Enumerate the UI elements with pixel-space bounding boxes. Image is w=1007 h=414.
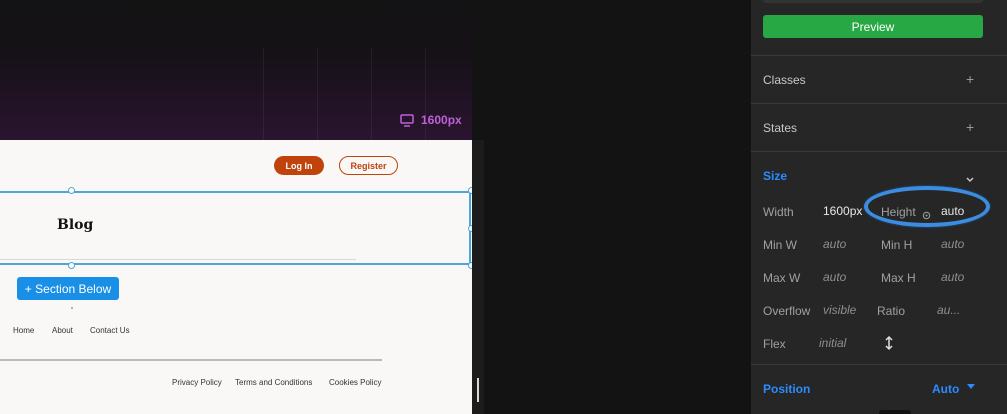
width-label: Width (763, 205, 794, 219)
flex-label: Flex (763, 337, 786, 351)
design-canvas[interactable]: 1600px Log In Register Blog + Section Be… (0, 0, 751, 414)
preview-button[interactable]: Preview (763, 15, 983, 38)
height-input[interactable]: auto (941, 204, 964, 218)
chevron-down-icon[interactable] (965, 171, 975, 189)
panel-bottom-control[interactable] (879, 410, 911, 414)
add-state-icon[interactable]: + (966, 119, 974, 135)
footer-link-terms[interactable]: Terms and Conditions (235, 378, 312, 387)
heading-divider (0, 259, 356, 260)
add-section-below-button[interactable]: + Section Below (17, 277, 119, 300)
add-class-icon[interactable]: + (966, 71, 974, 87)
max-width-label: Max W (763, 271, 801, 285)
frame-scrollbar-track[interactable] (472, 140, 484, 414)
ratio-label: Ratio (877, 304, 906, 318)
breakpoint-label: 1600px (421, 113, 462, 127)
min-height-label: Min H (881, 238, 913, 252)
footer-link-cookies[interactable]: Cookies Policy (329, 378, 381, 387)
nav-link-about[interactable]: About (52, 326, 73, 335)
caret-down-icon[interactable] (967, 384, 975, 389)
ratio-select[interactable]: au... (937, 303, 960, 317)
insert-point (71, 307, 73, 309)
position-select[interactable]: Auto (932, 382, 959, 396)
grid-line (371, 48, 372, 140)
divider (751, 151, 1007, 152)
min-width-label: Min W (763, 238, 797, 252)
page-preview-frame[interactable]: Log In Register Blog + Section Below Hom… (0, 140, 475, 414)
footer-link-privacy[interactable]: Privacy Policy (172, 378, 222, 387)
blog-heading[interactable]: Blog (57, 217, 93, 233)
nav-link-contact[interactable]: Contact Us (90, 326, 130, 335)
divider (751, 103, 1007, 104)
height-label: Height (881, 205, 916, 219)
min-width-input[interactable]: auto (823, 237, 846, 251)
size-section-header[interactable]: Size (763, 169, 787, 183)
classes-section-header[interactable]: Classes (763, 73, 806, 87)
grid-line (317, 48, 318, 140)
panel-top-strip (763, 0, 983, 3)
monitor-icon (400, 113, 414, 127)
breakpoint-badge[interactable]: 1600px (400, 112, 462, 128)
footer-divider (0, 359, 382, 361)
states-section-header[interactable]: States (763, 121, 797, 135)
overflow-label: Overflow (763, 304, 811, 318)
overflow-select[interactable]: visible (823, 303, 856, 317)
max-height-input[interactable]: auto (941, 270, 964, 284)
login-button[interactable]: Log In (274, 156, 324, 175)
max-height-label: Max H (881, 271, 916, 285)
divider (751, 55, 1007, 56)
height-unit-icon[interactable] (922, 207, 931, 225)
min-height-input[interactable]: auto (941, 237, 964, 251)
position-section-header[interactable]: Position (763, 382, 810, 396)
register-button[interactable]: Register (339, 156, 398, 175)
nav-link-home[interactable]: Home (13, 326, 34, 335)
max-width-input[interactable]: auto (823, 270, 846, 284)
resize-handle-top[interactable] (68, 187, 75, 194)
vertical-resize-icon[interactable] (884, 335, 894, 356)
divider (751, 364, 1007, 365)
flex-input[interactable]: initial (819, 336, 846, 350)
grid-line (263, 48, 264, 140)
frame-scrollbar-thumb[interactable] (477, 378, 479, 402)
style-panel: Preview Classes + States + Size Width 16… (751, 0, 1007, 414)
resize-handle-bottom[interactable] (68, 262, 75, 269)
width-input[interactable]: 1600px (823, 204, 862, 218)
